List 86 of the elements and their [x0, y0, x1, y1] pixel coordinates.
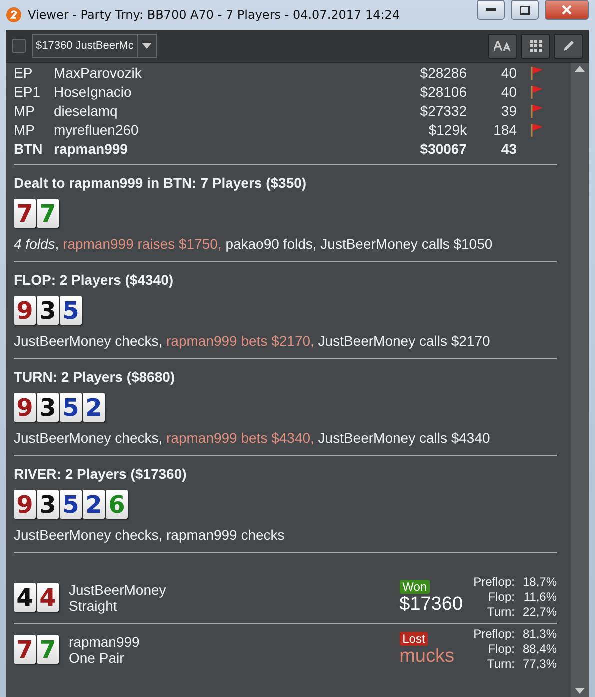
action-text: JustBeerMoney checks, rapman999 bets $2170, JustBeerMoney calls $2170	[14, 333, 492, 349]
player-name: myrefluen260	[54, 122, 140, 138]
maximize-icon	[520, 6, 530, 14]
checkbox[interactable]	[12, 39, 26, 53]
playing-card: 3	[37, 296, 59, 325]
equity-value: 88,4%	[522, 642, 557, 657]
app-icon	[6, 7, 22, 23]
hands-count: 184	[492, 122, 517, 138]
scrollbar[interactable]	[571, 63, 589, 697]
playing-card: 9	[14, 393, 36, 422]
hand-rank: Straight	[69, 598, 118, 614]
hands-count: 40	[500, 64, 517, 80]
hands-count: 43	[500, 140, 517, 156]
player-name: dieselamq	[54, 102, 119, 118]
hand-rank: One Pair	[69, 650, 124, 666]
minimize-icon	[486, 8, 496, 12]
stack-text: $27332	[419, 102, 467, 118]
letters-icon	[494, 41, 512, 51]
position-text: EP1	[14, 84, 42, 100]
street-heading: RIVER: 2 Players ($17360)	[14, 466, 188, 482]
action-text: JustBeerMoney checks, rapman999 bets $4340, JustBeerMoney calls $4340	[14, 430, 492, 446]
playing-card: 6	[106, 490, 128, 519]
playing-card: 4	[37, 583, 59, 612]
equity-label: Preflop:	[474, 575, 515, 590]
player-name: HoseIgnacio	[54, 84, 133, 100]
font-size-button[interactable]	[488, 34, 517, 58]
grid-icon	[530, 40, 542, 52]
stack-text: $30067	[419, 140, 467, 156]
result-badge: Lost	[400, 632, 428, 646]
scroll-down-icon[interactable]	[575, 688, 585, 694]
stack-text: $28106	[419, 84, 467, 100]
window-title: Viewer - Party Trny: BB700 A70 - 7 Players - 04.07.2017 14:24	[28, 8, 402, 22]
hands-count: 39	[500, 102, 517, 118]
position-text: MP	[14, 122, 36, 138]
amount-text: $17360	[400, 594, 464, 616]
equity-label: Preflop:	[474, 627, 515, 642]
player-name: rapman999	[54, 140, 129, 156]
close-icon	[562, 5, 572, 15]
equity-value: 11,6%	[522, 590, 557, 605]
pencil-icon	[562, 39, 576, 53]
action-text: 4 folds, rapman999 raises $1750, pakao90 folds, JustBeerMoney calls $1050	[14, 236, 494, 252]
playing-card: 7	[14, 635, 36, 664]
close-button[interactable]	[545, 0, 589, 20]
playing-card: 7	[14, 199, 36, 228]
stack-text: $28286	[419, 64, 467, 80]
minimize-button[interactable]	[477, 0, 505, 20]
amount-text: mucks	[400, 646, 455, 668]
action-text: JustBeerMoney checks, rapman999 checks	[14, 527, 286, 543]
street-heading: TURN: 2 Players ($8680)	[14, 369, 176, 385]
maximize-button[interactable]	[511, 0, 539, 20]
player-name: JustBeerMoney	[69, 582, 168, 598]
playing-card: 7	[37, 199, 59, 228]
equity-label: Turn:	[486, 605, 515, 620]
grid-button[interactable]	[521, 34, 550, 58]
street-heading: Dealt to rapman999 in BTN: 7 Players ($350)	[14, 175, 308, 191]
player-name: rapman999	[69, 634, 141, 650]
hand-select[interactable]: $17360 JustBeerMc	[32, 34, 157, 58]
playing-card: 9	[14, 296, 36, 325]
playing-card: 2	[83, 490, 105, 519]
playing-card: 3	[37, 393, 59, 422]
stack-text: $129k	[428, 122, 467, 138]
caret-icon	[142, 43, 152, 49]
playing-card: 3	[37, 490, 59, 519]
position-text: MP	[14, 102, 36, 118]
playing-card: 5	[60, 490, 82, 519]
equity-label: Turn:	[486, 657, 515, 672]
playing-card: 5	[60, 296, 82, 325]
edit-button[interactable]	[554, 34, 583, 58]
equity-label: Flop:	[487, 642, 515, 657]
equity-value: 81,3%	[522, 627, 557, 642]
playing-card: 7	[37, 635, 59, 664]
result-badge: Won	[400, 580, 430, 594]
position-text: BTN	[14, 140, 44, 156]
player-name: MaxParovozik	[54, 64, 143, 80]
playing-card: 9	[14, 490, 36, 519]
street-heading: FLOP: 2 Players ($4340)	[14, 272, 175, 288]
playing-card: 2	[83, 393, 105, 422]
equity-value: 18,7%	[522, 575, 557, 590]
hands-count: 40	[500, 84, 517, 100]
equity-value: 22,7%	[522, 605, 557, 620]
playing-card: 4	[14, 583, 36, 612]
equity-value: 77,3%	[522, 657, 557, 672]
equity-label: Flop:	[487, 590, 515, 605]
playing-card: 5	[60, 393, 82, 422]
scroll-up-icon[interactable]	[575, 66, 585, 72]
position-text: EP	[14, 64, 34, 80]
